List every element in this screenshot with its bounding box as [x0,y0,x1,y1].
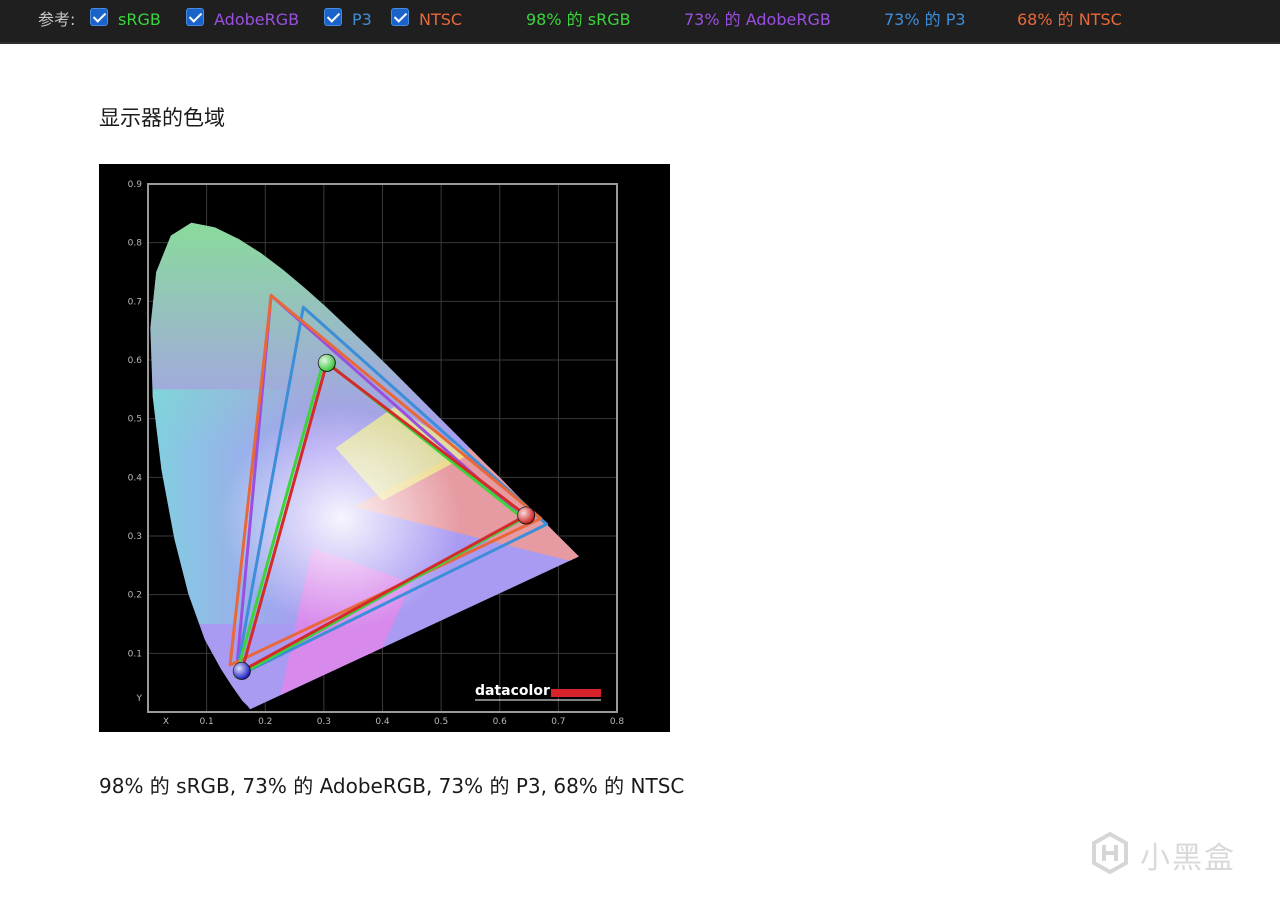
y-tick-label: 0.1 [128,649,142,659]
checkbox-p3[interactable]: P3 [324,0,384,40]
x-tick-label: 0.7 [551,717,565,727]
checkbox-srgb-box[interactable] [90,8,108,26]
primary-gloss-g [318,354,336,372]
x-tick-label: X [163,717,169,727]
checkbox-p3-box[interactable] [324,8,342,26]
x-tick-label: 0.1 [199,717,213,727]
y-tick-label: 0.5 [128,415,142,425]
checkbox-ntsc[interactable]: NTSC [391,0,471,40]
reference-label: 参考: [38,10,76,29]
checkbox-srgb-label: sRGB [118,10,161,29]
y-tick-label: Y [136,694,143,704]
y-tick-label: 0.8 [128,239,143,249]
x-tick-label: 0.5 [434,717,448,727]
y-tick-label: 0.4 [128,473,143,483]
stat-ntsc: 68% 的 NTSC [1017,10,1122,29]
stat-adobergb: 73% 的 AdobeRGB [684,10,831,29]
primary-gloss-r [517,506,535,524]
datacolor-logo-bar [551,689,601,697]
y-tick-label: 0.7 [128,297,142,307]
gamut-caption: 98% 的 sRGB, 73% 的 AdobeRGB, 73% 的 P3, 68… [99,774,685,798]
y-tick-label: 0.2 [128,591,142,601]
y-tick-label: 0.6 [128,356,143,366]
checkbox-adobergb-label: AdobeRGB [214,10,300,29]
datacolor-logo-text: datacolor [475,683,550,699]
gamut-chart-svg: X 0.1 0.2 0.3 0.4 0.5 0.6 0.7 0.8 Y 0.1 0.2 0.3 0.4 0.… [99,164,670,732]
watermark-logo-icon [1092,831,1128,875]
primary-gloss-b [233,662,251,680]
y-tick-label: 0.9 [128,180,143,190]
y-tick-label: 0.3 [128,532,142,542]
section-title: 显示器的色域 [99,106,225,130]
x-tick-label: 0.2 [258,717,272,727]
checkbox-adobergb[interactable]: AdobeRGB [186,0,306,40]
checkbox-srgb[interactable]: sRGB [90,0,170,40]
x-tick-label: 0.4 [375,717,390,727]
checkbox-p3-label: P3 [352,10,372,29]
watermark: 小黑盒 [1088,828,1248,878]
reference-toolbar: 参考: sRGB AdobeRGB P3 NTSC 98% 的 sRGB 73%… [0,0,1280,44]
checkbox-ntsc-label: NTSC [419,10,463,29]
x-tick-label: 0.8 [610,717,625,727]
x-tick-label: 0.3 [317,717,331,727]
watermark-text: 小黑盒 [1140,841,1236,876]
stat-p3: 73% 的 P3 [884,10,966,29]
stat-srgb: 98% 的 sRGB [526,10,631,29]
checkbox-ntsc-box[interactable] [391,8,409,26]
x-tick-label: 0.6 [493,717,508,727]
checkbox-adobergb-box[interactable] [186,8,204,26]
gamut-chart: X 0.1 0.2 0.3 0.4 0.5 0.6 0.7 0.8 Y 0.1 0.2 0.3 0.4 0.… [99,164,670,732]
